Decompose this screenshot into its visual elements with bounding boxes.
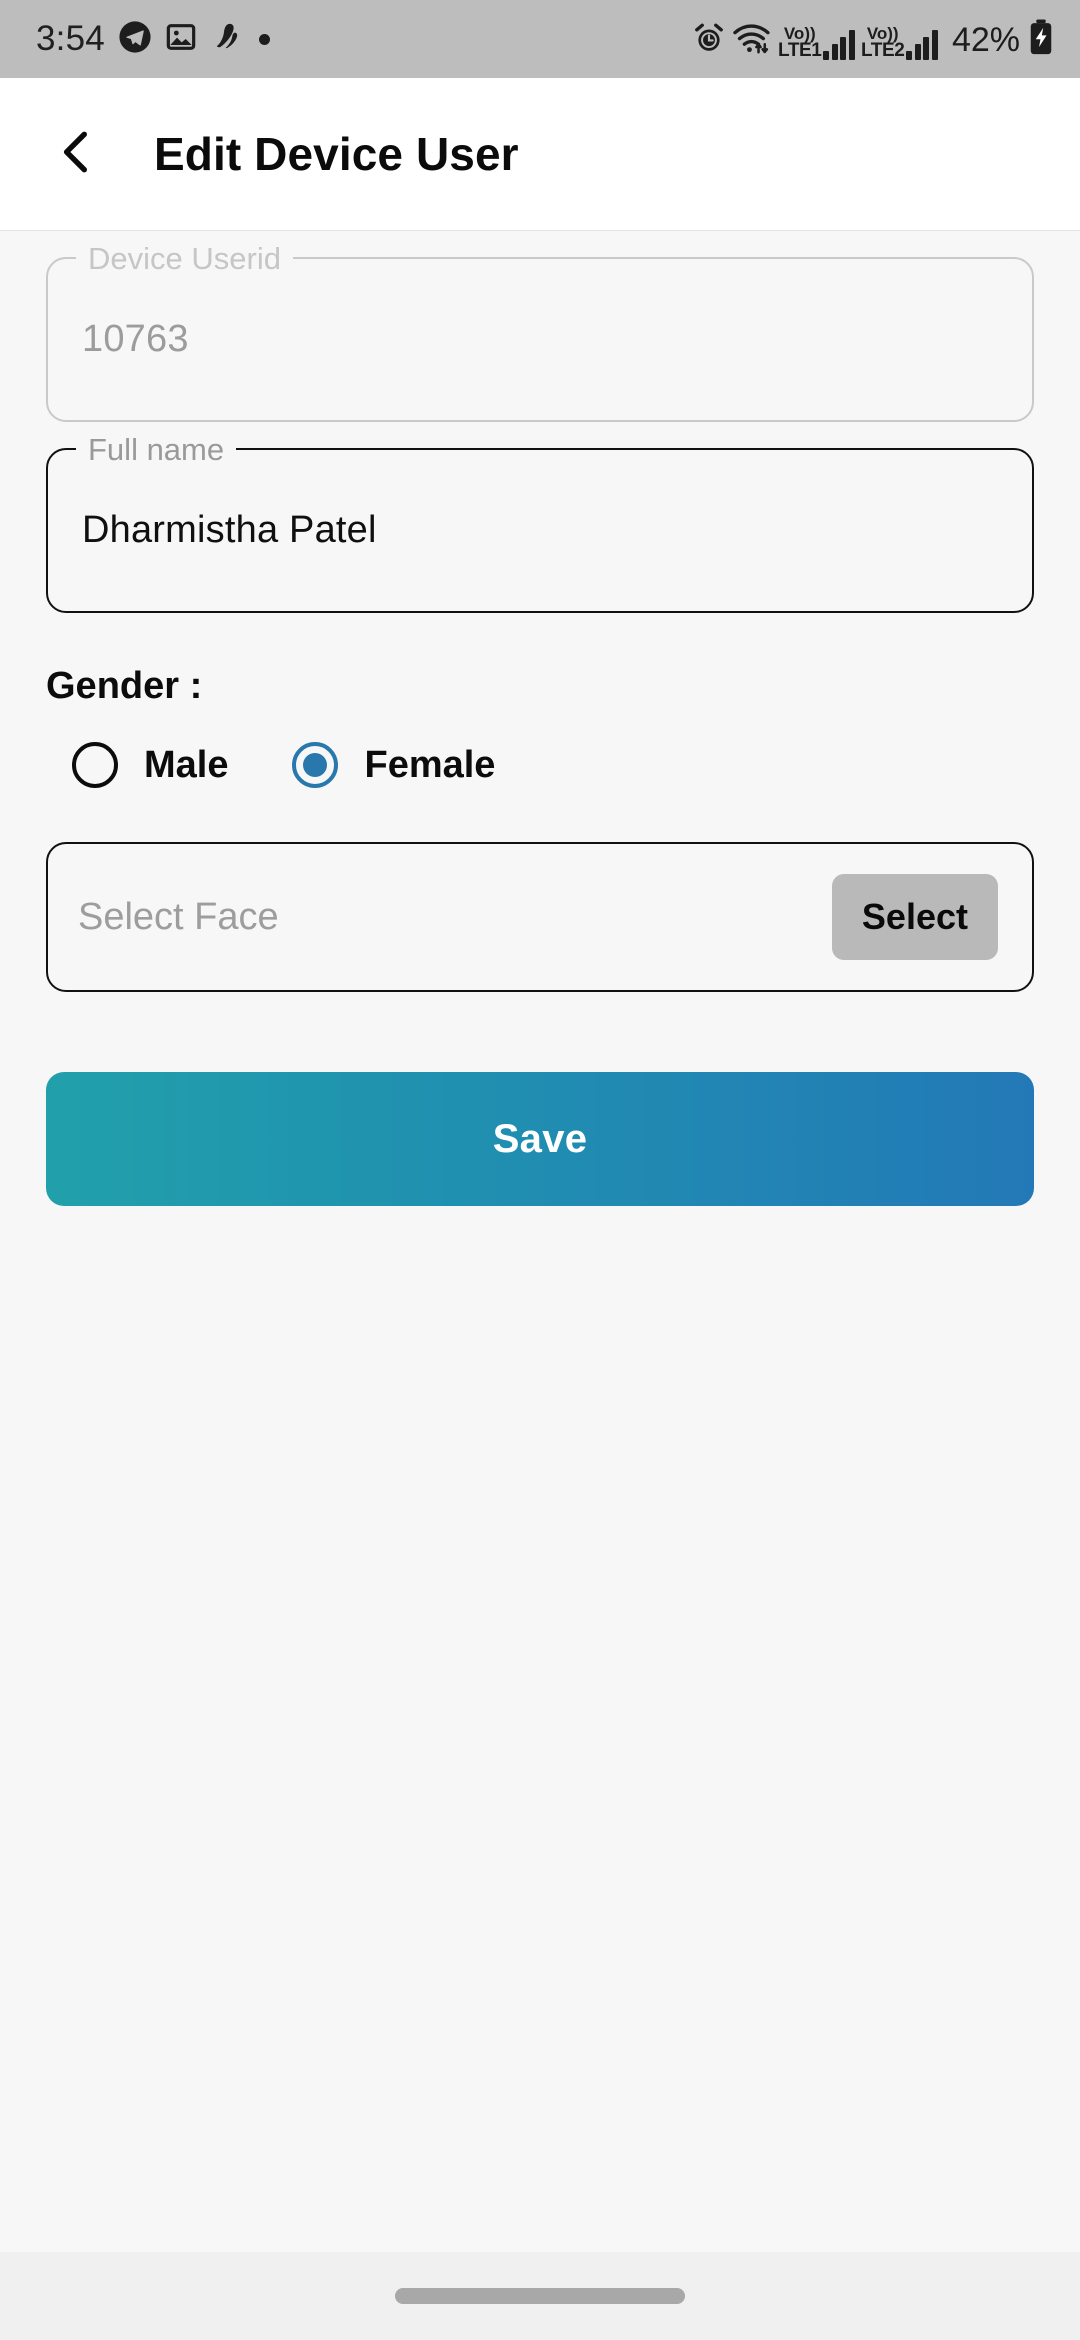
status-bar-right: Vo)) LTE1 Vo)) LTE2 42% (692, 19, 1054, 60)
select-face-placeholder: Select Face (78, 895, 279, 938)
battery-percent-label: 42% (951, 20, 1020, 59)
back-button[interactable] (40, 117, 114, 191)
status-bar-clock: 3:54 (36, 19, 105, 58)
device-userid-field[interactable]: Device Userid 10763 (46, 240, 1034, 422)
form-content: Device Userid 10763 Full name Dharmistha… (0, 240, 1080, 1206)
sim2-signal: Vo)) LTE2 (860, 24, 938, 62)
chevron-left-icon (52, 127, 102, 182)
app-bar: Edit Device User (0, 78, 1080, 231)
radio-checked-icon[interactable] (292, 742, 339, 788)
dot-icon (258, 33, 270, 45)
gender-option-female-label: Female (364, 743, 496, 786)
gender-label: Gender : (46, 665, 203, 707)
sim2-volte-label: Vo)) LTE2 (860, 24, 905, 62)
sim1-signal: Vo)) LTE1 (778, 24, 855, 62)
gender-radio-group: Male Female (46, 742, 1034, 788)
photos-icon (165, 21, 197, 58)
full-name-field[interactable]: Full name Dharmistha Patel (46, 431, 1034, 613)
home-gesture-pill[interactable] (395, 2288, 685, 2304)
status-bar-left: 3:54 (36, 19, 270, 59)
app-icon (210, 20, 242, 59)
gender-option-male[interactable]: Male (72, 742, 228, 788)
gender-option-female[interactable]: Female (292, 742, 495, 788)
status-bar: 3:54 Vo)) LTE1 Vo)) LTE2 42% (0, 0, 1080, 78)
select-face-button[interactable]: Select (831, 874, 998, 960)
system-navigation-bar (0, 2252, 1080, 2340)
wifi-icon (732, 21, 772, 60)
battery-charging-icon (1028, 19, 1054, 60)
full-name-value: Dharmistha Patel (82, 509, 377, 551)
sim2-signal-bars (906, 29, 938, 60)
alarm-icon (692, 21, 726, 60)
sim1-signal-bars (823, 29, 855, 60)
device-userid-value: 10763 (82, 318, 189, 360)
page-title: Edit Device User (154, 128, 519, 180)
device-userid-label: Device Userid (76, 240, 293, 278)
select-face-field[interactable]: Select Face Select (46, 842, 1034, 992)
sim1-volte-label: Vo)) LTE1 (778, 24, 822, 62)
full-name-label: Full name (76, 431, 237, 469)
save-button[interactable]: Save (46, 1072, 1034, 1206)
telegram-icon (118, 20, 152, 59)
radio-unchecked-icon[interactable] (72, 742, 118, 788)
gender-option-male-label: Male (144, 743, 229, 786)
